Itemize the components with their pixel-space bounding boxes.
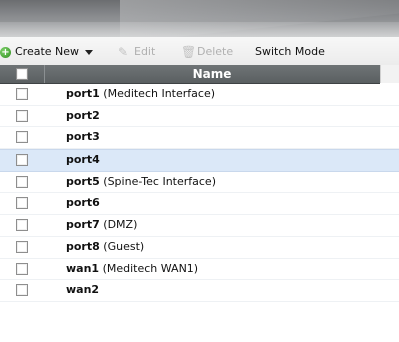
interface-name[interactable]: wan2 [66,283,99,297]
row-checkbox[interactable] [16,284,28,297]
table-row-port1[interactable]: port1 (Meditech Interface) [0,84,399,106]
table-row-port6[interactable]: port6 [0,193,399,216]
interface-list: port1 (Meditech Interface) port2 port3 p… [0,84,399,302]
table-row-port8[interactable]: port8 (Guest) [0,237,399,259]
interface-name[interactable]: port2 [66,109,100,123]
table-row-port2[interactable]: port2 [0,106,399,128]
app-banner [0,0,399,37]
interface-name[interactable]: port8 (Guest) [66,240,144,254]
interface-name[interactable]: port4 [66,153,100,167]
table-row-wan2[interactable]: wan2 [0,280,399,302]
select-all-checkbox[interactable] [16,68,28,80]
interface-name[interactable]: port3 [66,130,100,144]
trash-icon: 🗑 [181,45,197,59]
banner-gradient [0,22,399,37]
delete-label: Delete [197,45,234,58]
create-new-button[interactable]: + Create New [0,44,94,60]
table-row-wan1[interactable]: wan1 (Meditech WAN1) [0,259,399,281]
interface-name[interactable]: port7 (DMZ) [66,218,137,232]
row-checkbox[interactable] [16,88,28,100]
interface-name[interactable]: port5 (Spine-Tec Interface) [66,175,216,189]
table-row-port3[interactable]: port3 [0,127,399,150]
row-checkbox[interactable] [16,262,28,275]
table-row-port4[interactable]: port4 [0,149,399,172]
interface-name[interactable]: port6 [66,196,100,210]
plus-circle-icon: + [0,46,11,58]
select-all-column [0,65,45,83]
row-checkbox[interactable] [16,154,28,167]
row-checkbox[interactable] [16,219,28,232]
create-new-label: Create New [15,45,80,58]
table-row-port7[interactable]: port7 (DMZ) [0,215,399,237]
row-checkbox[interactable] [16,109,28,122]
header-filler [380,65,399,83]
delete-button[interactable]: 🗑 Delete [181,44,233,60]
edit-button[interactable]: ✎ Edit [118,44,155,60]
toolbar: + Create New ✎ Edit 🗑 Delete Switch Mode [0,37,399,66]
row-checkbox[interactable] [16,131,28,144]
row-checkbox[interactable] [16,240,28,253]
interface-name[interactable]: port1 (Meditech Interface) [66,87,215,101]
switch-mode-label: Switch Mode [255,45,325,58]
table-row-port5[interactable]: port5 (Spine-Tec Interface) [0,172,399,194]
row-checkbox[interactable] [16,175,28,188]
switch-mode-button[interactable]: Switch Mode [255,44,325,60]
row-checkbox[interactable] [16,197,28,210]
interface-name[interactable]: wan1 (Meditech WAN1) [66,262,198,276]
pencil-icon: ✎ [118,45,129,59]
edit-label: Edit [134,45,156,58]
column-header-name[interactable]: Name [44,65,380,83]
table-header: Name [0,65,380,84]
caret-down-icon[interactable] [85,49,94,55]
